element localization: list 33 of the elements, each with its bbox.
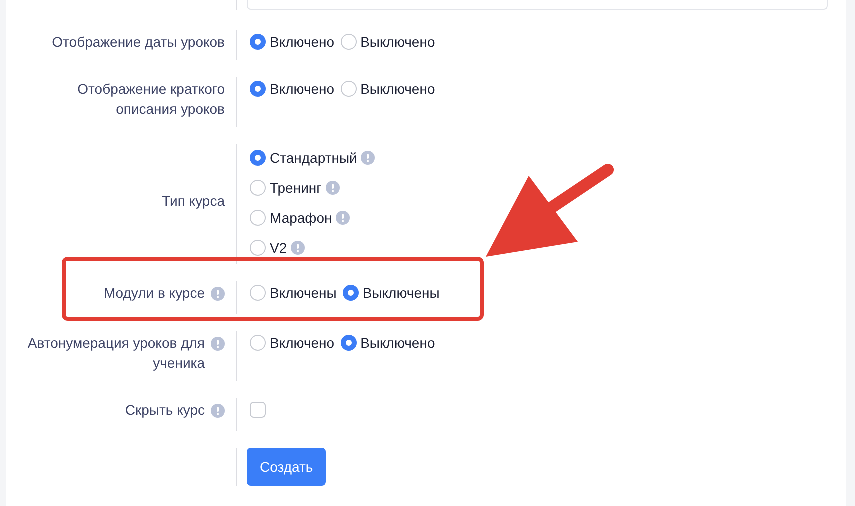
field-label: Тип курса: [162, 192, 225, 211]
field-label: Скрыть курс: [125, 401, 205, 420]
radio-option[interactable]: Стандартный: [250, 148, 846, 168]
radio-button[interactable]: [340, 34, 357, 50]
radio-button[interactable]: [250, 285, 266, 301]
radio-option[interactable]: Включено: [250, 32, 335, 52]
radio-button[interactable]: [250, 240, 266, 256]
radio-option[interactable]: Марафон: [250, 208, 846, 228]
radio-button[interactable]: [250, 180, 266, 196]
radio-option[interactable]: Выключено: [340, 333, 436, 353]
radio-option[interactable]: Выключено: [340, 32, 436, 52]
radio-button[interactable]: [250, 335, 266, 351]
radio-option[interactable]: Включены: [250, 283, 337, 303]
radio-option[interactable]: V2: [250, 238, 846, 258]
radio-button[interactable]: [250, 210, 266, 226]
create-button[interactable]: Создать: [247, 448, 326, 486]
radio-button[interactable]: [340, 335, 357, 351]
radio-option[interactable]: Выключено: [340, 79, 436, 99]
radio-button[interactable]: [250, 34, 266, 50]
radio-option[interactable]: Включено: [250, 79, 335, 99]
radio-option[interactable]: Включено: [250, 333, 335, 353]
radio-button[interactable]: [342, 285, 359, 301]
input-field[interactable]: [247, 0, 828, 10]
field-label: Автонумерация уроков для ученика: [27, 334, 205, 373]
radio-option[interactable]: Тренинг: [250, 178, 846, 198]
field-label: Модули в курсе: [104, 284, 205, 303]
radio-option[interactable]: Выключены: [342, 283, 440, 303]
field-label: Отображение даты уроков: [52, 33, 225, 52]
radio-button[interactable]: [250, 81, 266, 97]
checkbox[interactable]: [250, 402, 266, 418]
field-label: Отображение краткого описания уроков: [76, 80, 225, 119]
radio-button[interactable]: [340, 81, 357, 97]
radio-button[interactable]: [250, 150, 266, 166]
